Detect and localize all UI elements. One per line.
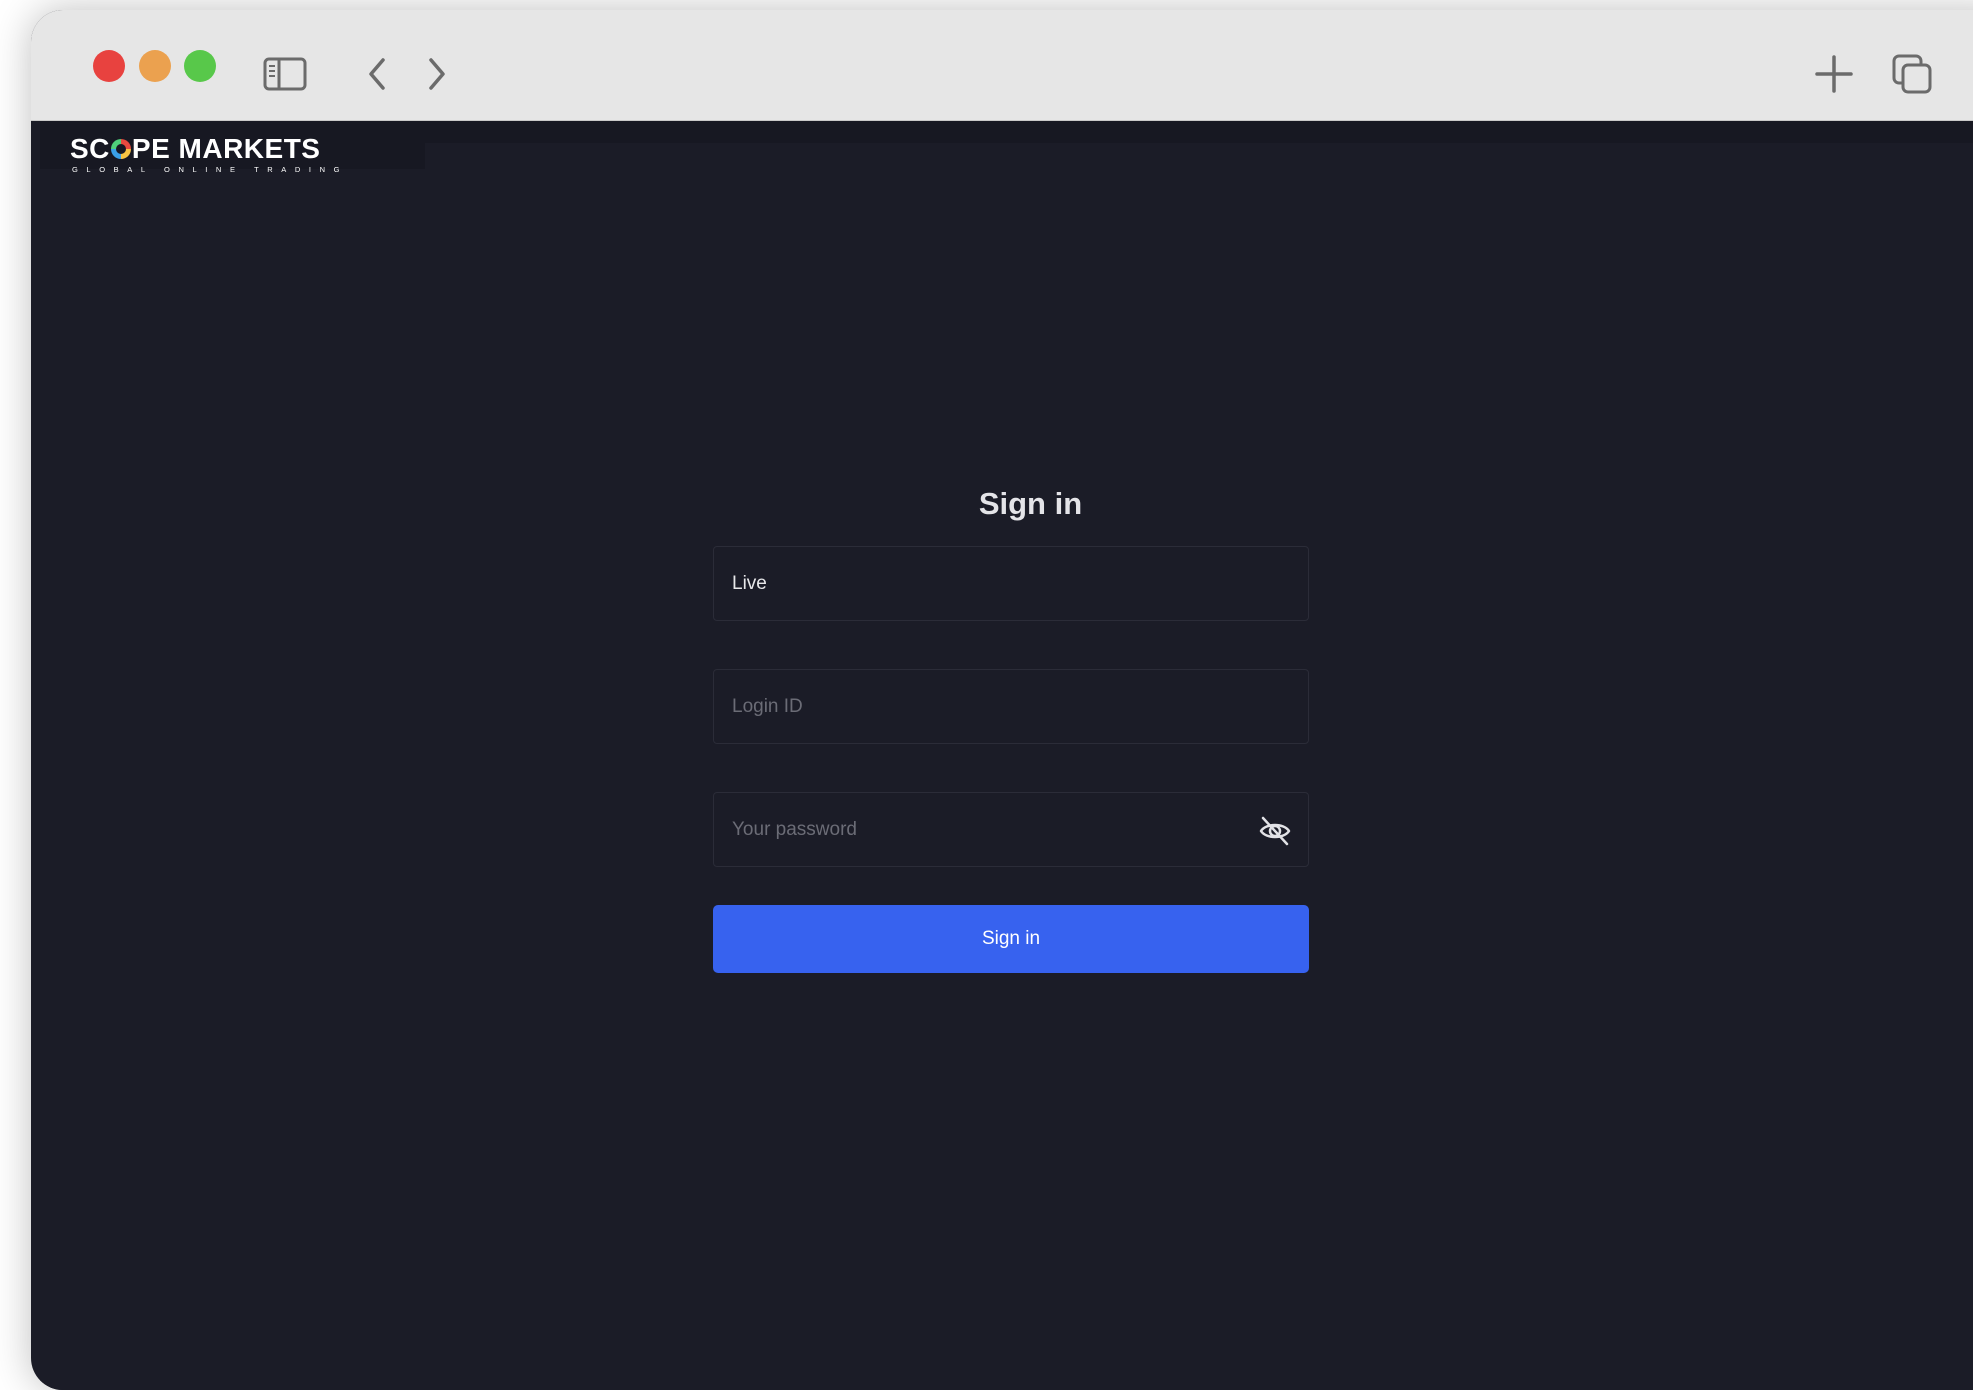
new-tab-icon[interactable] bbox=[1810, 50, 1858, 98]
brand-name: SC PE MARKETS bbox=[70, 135, 320, 163]
login-id-field[interactable] bbox=[713, 669, 1309, 744]
logo-ring-icon bbox=[110, 139, 131, 159]
password-input[interactable] bbox=[714, 793, 1308, 866]
signin-title: Sign in bbox=[978, 486, 1083, 521]
forward-arrow-icon[interactable] bbox=[413, 50, 461, 98]
brand-name-part2: PE MARKETS bbox=[131, 133, 321, 164]
signin-button[interactable]: Sign in bbox=[713, 905, 1309, 973]
close-window-icon[interactable] bbox=[93, 50, 125, 82]
zoom-window-icon[interactable] bbox=[184, 50, 216, 82]
brand-logo[interactable]: SC PE MARKETS GLOBAL ONLINE TRADING bbox=[40, 121, 425, 174]
account-type-input[interactable] bbox=[714, 547, 1308, 620]
minimize-window-icon[interactable] bbox=[139, 50, 171, 82]
back-arrow-icon[interactable] bbox=[353, 50, 401, 98]
sidebar-toggle-icon[interactable] bbox=[261, 50, 309, 98]
brand-name-part1: SC bbox=[70, 133, 110, 164]
browser-window: SC PE MARKETS GLOBAL ONLINE TRADING Sign … bbox=[31, 10, 1973, 1390]
tabs-overview-icon[interactable] bbox=[1888, 50, 1936, 98]
page-content: SC PE MARKETS GLOBAL ONLINE TRADING Sign … bbox=[40, 121, 1973, 1390]
brand-tagline: GLOBAL ONLINE TRADING bbox=[72, 165, 349, 174]
eye-off-icon[interactable] bbox=[1258, 814, 1292, 848]
password-field[interactable] bbox=[713, 792, 1309, 867]
browser-toolbar bbox=[31, 10, 1973, 121]
login-id-input[interactable] bbox=[714, 670, 1308, 743]
account-type-field[interactable] bbox=[713, 546, 1309, 621]
